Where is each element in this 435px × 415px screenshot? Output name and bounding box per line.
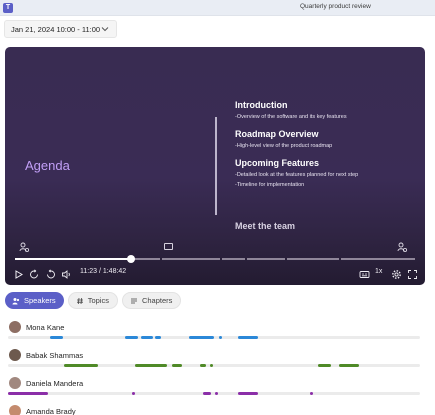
speaking-segment [172,364,182,367]
slide-divider [215,117,217,215]
speaker-row[interactable]: Amanda Brady [0,403,435,415]
settings-button[interactable] [391,267,402,279]
captions-icon [359,271,370,278]
speaking-segment [219,336,222,339]
speaker-volume-icon [62,270,70,279]
speaking-segment [50,336,63,339]
slide-section-heading: Introduction [235,100,288,110]
slide-agenda-list: Introduction -Overview of the software a… [235,100,415,197]
tab-label: Speakers [24,296,56,305]
tab-speakers[interactable]: Speakers [5,292,64,309]
list-icon [130,298,137,303]
slide-section-item: -Detailed look at the features planned f… [235,172,359,178]
skip-forward-button[interactable] [45,267,56,279]
captions-button[interactable] [359,267,370,278]
slide-section-heading: Upcoming Features [235,158,320,168]
speaking-segment [141,336,153,339]
fullscreen-button[interactable] [407,267,418,279]
speaking-segment [215,392,218,395]
speaking-segment [132,392,135,395]
avatar [9,321,21,333]
playback-speed-button[interactable]: 1x [375,268,382,275]
speaking-segment [339,364,359,367]
chapter-segment [287,258,339,260]
slide-section-item: -High-level view of the product roadmap [235,143,333,149]
slide-section-heading-meet-team: Meet the team [235,221,296,231]
speaker-row[interactable]: Babak Shammas [0,347,435,375]
slide-section-item: -Overview of the software and its key fe… [235,114,347,120]
tab-topics[interactable]: Topics [67,292,118,309]
chapter-segment [341,258,415,260]
slide-section: Introduction -Overview of the software a… [235,100,415,120]
tab-label: Chapters [141,296,173,305]
speaking-segment [64,364,98,367]
slide-section-heading: Roadmap Overview [235,129,319,139]
slide-agenda-title: Agenda [25,158,70,173]
gear-icon [392,270,401,279]
speaker-timeline[interactable] [8,364,420,367]
slide-section: Roadmap Overview -High-level view of the… [235,129,415,149]
speaking-segment [155,336,161,339]
caption-marker-icon[interactable] [164,243,173,250]
speaking-segment [189,336,214,339]
speaker-timeline[interactable] [8,336,420,339]
chapter-segment [162,258,220,260]
speaker-row[interactable]: Daniela Mandera [0,375,435,403]
speaking-segment [135,364,167,367]
speaking-segment [8,392,48,395]
play-button[interactable] [13,267,24,279]
video-player[interactable]: Agenda Introduction -Overview of the sof… [5,47,425,285]
skip-forward-icon [47,269,55,279]
speaking-segment [238,392,258,395]
speaking-segment [203,392,211,395]
speaker-marker-icon[interactable] [397,242,407,252]
avatar [9,349,21,361]
avatar [9,377,21,389]
transcript-tabs: Speakers Topics Chapters [5,292,182,309]
progress-thumb[interactable] [127,255,135,263]
speaking-segment [125,336,138,339]
slide-section-item: -Timeline for implementation [235,182,305,188]
avatar [9,405,21,415]
skip-back-button[interactable] [29,267,40,279]
time-readout: 11:23 / 1:48:42 [80,268,127,275]
window-title: Quarterly product review [300,3,371,10]
chapter-segment [222,258,245,260]
speaker-row[interactable]: Mona Kane [0,319,435,347]
speaker-marker-icon[interactable] [19,242,29,252]
chapter-segment [247,258,285,260]
meeting-date-value: Jan 21, 2024 10:00 - 11:00 [11,24,101,34]
speaker-name: Amanda Brady [26,407,76,415]
play-icon [15,270,23,279]
speaking-segment [210,364,213,367]
title-bar: T Quarterly product review [0,0,435,16]
speaking-segment [318,364,331,367]
progress-fill [15,258,131,260]
speaker-name: Mona Kane [26,323,65,332]
fullscreen-icon [408,270,417,279]
tab-label: Topics [87,296,109,305]
speaking-segment [238,336,258,339]
meeting-date-dropdown[interactable]: Jan 21, 2024 10:00 - 11:00 [4,20,117,38]
chevron-down-icon [101,27,109,32]
speaking-segment [200,364,206,367]
tab-chapters[interactable]: Chapters [121,292,182,309]
speaker-name: Babak Shammas [26,351,84,360]
speaker-name: Daniela Mandera [26,379,84,388]
speaking-segment [310,392,313,395]
skip-back-icon [30,269,38,279]
slide-section: Upcoming Features -Detailed look at the … [235,158,415,188]
teams-app-icon: T [3,3,13,13]
video-progress-bar[interactable] [15,255,415,263]
speaker-timeline[interactable] [8,392,420,395]
people-icon [12,297,20,304]
hash-icon [76,297,83,304]
volume-button[interactable] [61,267,72,279]
